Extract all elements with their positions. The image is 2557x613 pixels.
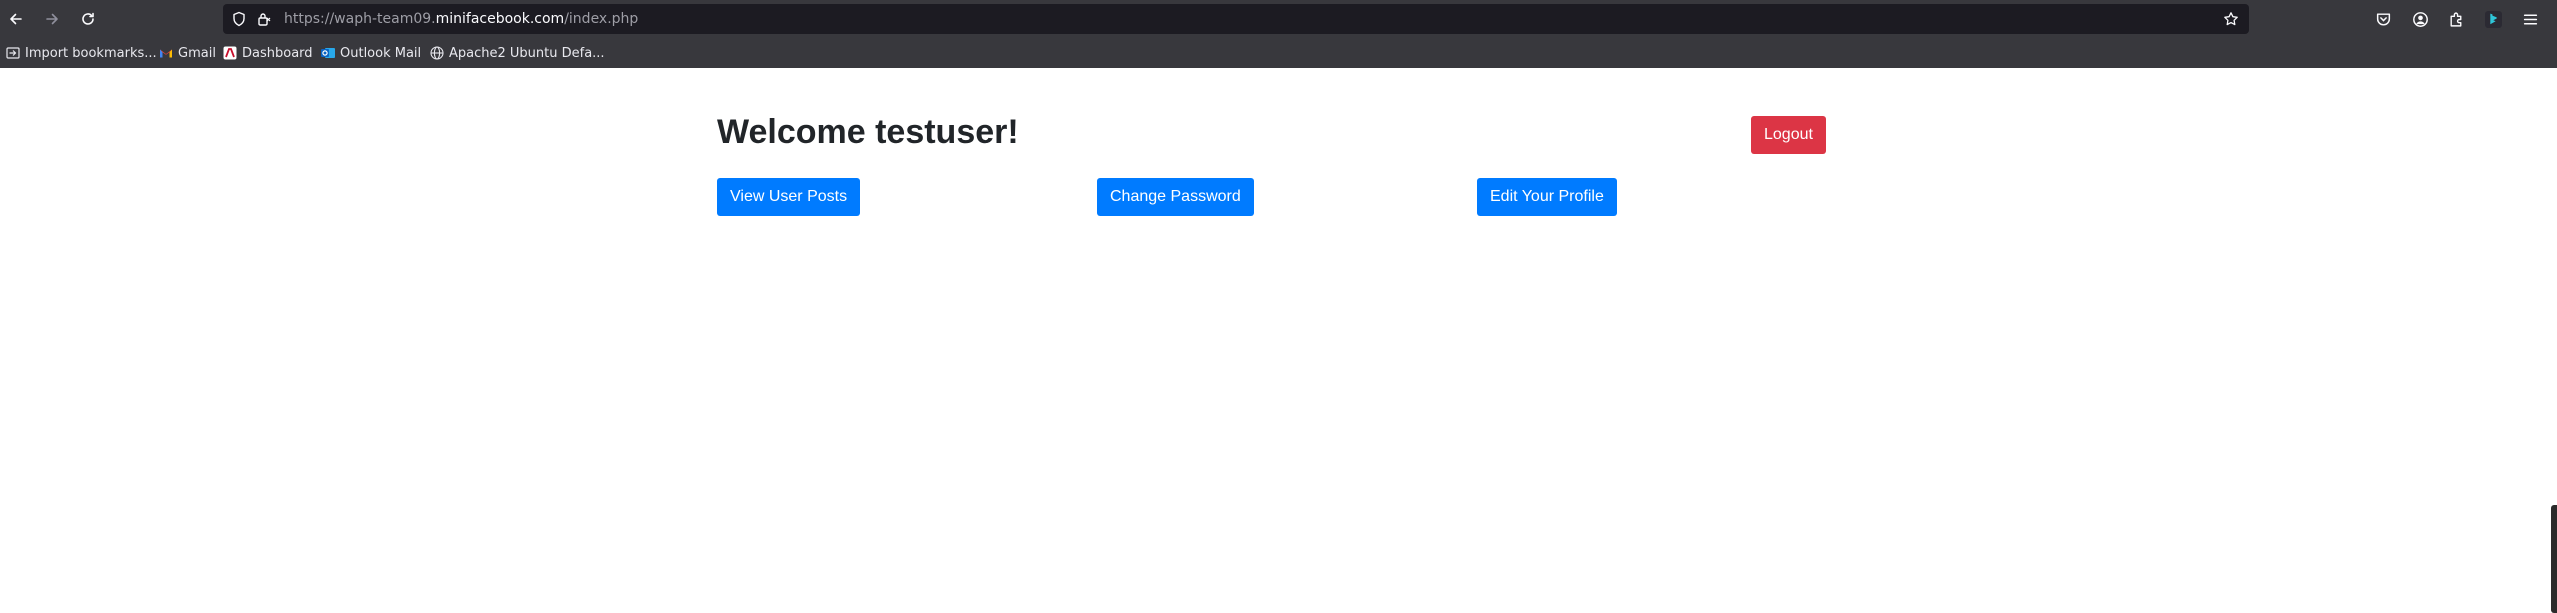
url-domain: minifacebook.com: [435, 11, 565, 27]
back-button[interactable]: [3, 6, 29, 32]
logout-button[interactable]: Logout: [1751, 116, 1826, 154]
bookmark-star-icon[interactable]: [2223, 11, 2239, 27]
extensions-button[interactable]: [2443, 6, 2469, 32]
browser-chrome: https://waph-team09.minifacebook.com/ind…: [0, 0, 2557, 68]
bookmark-outlook[interactable]: Outlook Mail: [321, 40, 421, 66]
account-button[interactable]: [2407, 6, 2433, 32]
shield-icon[interactable]: [231, 11, 247, 27]
bookmark-import[interactable]: Import bookmarks...: [6, 40, 157, 66]
view-user-posts-button[interactable]: View User Posts: [717, 178, 861, 216]
pocket-button[interactable]: [2370, 6, 2396, 32]
gmail-icon: [159, 46, 173, 60]
import-icon: [6, 46, 20, 60]
scrollbar-thumb[interactable]: [2551, 505, 2557, 613]
hamburger-menu-icon: [2523, 13, 2537, 25]
globe-icon: [430, 46, 444, 60]
pocket-icon: [2376, 12, 2390, 26]
url-text[interactable]: https://waph-team09.minifacebook.com/ind…: [284, 4, 638, 34]
reload-icon: [82, 12, 94, 25]
navigation-toolbar: https://waph-team09.minifacebook.com/ind…: [0, 0, 2557, 38]
bookmark-dashboard[interactable]: Dashboard: [223, 40, 313, 66]
bookmark-label: Outlook Mail: [340, 45, 422, 61]
page-title: Welcome testuser!: [717, 113, 1019, 151]
edit-profile-button[interactable]: Edit Your Profile: [1477, 178, 1617, 216]
bookmark-label: Dashboard: [242, 45, 313, 61]
outlook-icon: [321, 46, 335, 60]
bookmark-gmail[interactable]: Gmail: [159, 40, 216, 66]
reload-button[interactable]: [75, 6, 101, 32]
back-arrow-icon: [10, 13, 22, 25]
url-scheme-subdomain: https://waph-team09.: [284, 11, 436, 27]
bookmark-label: Import bookmarks...: [25, 45, 157, 61]
url-path: /index.php: [564, 11, 639, 27]
app-menu-button[interactable]: [2517, 6, 2543, 32]
bing-icon: [2484, 10, 2502, 28]
lock-icon[interactable]: [256, 11, 272, 27]
account-icon: [2412, 11, 2428, 27]
bookmarks-toolbar: Import bookmarks... Gmail Dashboard Outl…: [0, 40, 2557, 66]
bookmark-label: Apache2 Ubuntu Defa...: [449, 45, 605, 61]
extensions-icon: [2449, 12, 2461, 27]
forward-arrow-icon: [46, 13, 58, 25]
bookmark-label: Gmail: [178, 45, 216, 61]
forward-button[interactable]: [39, 6, 65, 32]
change-password-button[interactable]: Change Password: [1097, 178, 1254, 216]
bookmark-apache[interactable]: Apache2 Ubuntu Defa...: [430, 40, 605, 66]
dashboard-icon: [223, 46, 237, 60]
address-bar[interactable]: https://waph-team09.minifacebook.com/ind…: [223, 4, 2249, 34]
bing-extension-button[interactable]: [2480, 6, 2506, 32]
page-content: Welcome testuser! Logout View User Posts…: [0, 68, 2557, 613]
